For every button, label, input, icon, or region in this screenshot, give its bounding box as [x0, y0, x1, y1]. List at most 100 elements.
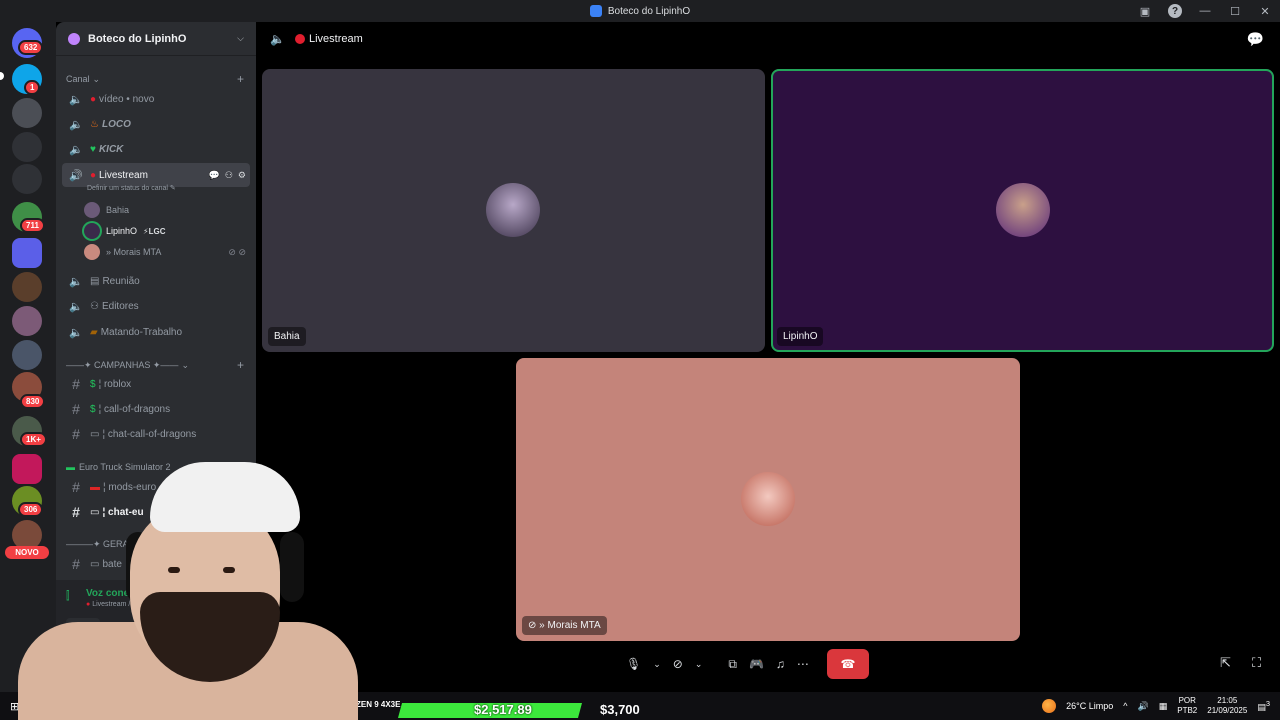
hashtag-icon: #	[72, 426, 80, 442]
green-heart-icon: ♥	[90, 143, 96, 155]
close-button[interactable]: ✕	[1250, 0, 1280, 22]
help-button[interactable]: ?	[1160, 0, 1190, 22]
window-title-text: Boteco do LipinhO	[607, 5, 691, 17]
avatar	[84, 223, 100, 239]
speaker-icon: 🔈	[270, 32, 285, 46]
streamer-cap	[150, 462, 300, 532]
server-badge-3: 830	[20, 394, 46, 409]
camera-off-button[interactable]: ⊘	[667, 649, 689, 679]
participant-tile-lipinho[interactable]: LipinhO	[771, 69, 1274, 352]
speaker-icon: 🔈	[69, 275, 83, 288]
notif-count: 3	[1265, 699, 1270, 708]
notifications-icon[interactable]: ▤3	[1257, 699, 1270, 713]
chat-icon[interactable]: 💬	[1247, 31, 1264, 48]
channel-label: Livestream	[99, 169, 148, 181]
server-icon-legacy-2[interactable]	[12, 132, 42, 162]
invite-icon[interactable]: ⚇	[225, 170, 233, 181]
lang-top: POR	[1178, 696, 1196, 705]
deafened-icon: ⊘ ⊘	[228, 246, 246, 257]
avatar	[84, 202, 100, 218]
channel-label: LOCO	[101, 118, 131, 130]
server-icon-2[interactable]	[12, 272, 42, 302]
category-canal-label: Canal	[66, 74, 90, 84]
minimize-button[interactable]: —	[1190, 0, 1220, 22]
channel-chat-call-of-dragons[interactable]: # ▭ ¦ chat-call-of-dragons	[62, 422, 250, 446]
call-controls: 🎙 ⌄ ⊘ ⌄ ⧉ 🎮 ♫ ⋯ ☎	[620, 648, 869, 680]
tray-overflow-icon[interactable]: ^	[1123, 701, 1127, 711]
channel-loco[interactable]: 🔈 ♨ LOCO	[62, 112, 250, 136]
voice-user-bahia[interactable]: Bahia	[84, 201, 246, 219]
guild-name: Boteco do LipinhO	[88, 32, 187, 45]
participant-tile-bahia[interactable]: Bahia	[262, 69, 765, 352]
overlay-amount-primary: $2,517.89	[474, 702, 532, 717]
activities-button[interactable]: 🎮	[743, 649, 770, 679]
channel-roblox[interactable]: # $ ¦ roblox	[62, 372, 250, 396]
category-campanhas[interactable]: ——✦ CAMPANHAS ✦—— ⌄ +	[66, 358, 244, 372]
more-options-button[interactable]: ⋯	[791, 649, 815, 679]
add-channel-icon[interactable]: +	[237, 72, 244, 86]
red-dot-icon	[294, 34, 305, 44]
streamer-eye-left	[168, 567, 180, 573]
disconnect-button[interactable]: ☎	[826, 649, 869, 679]
channel-controls: 💬 ⚇ ⚙	[209, 170, 250, 181]
channel-status-hint-text: Definir um status do canal	[87, 185, 168, 192]
participant-name-text: » Morais MTA	[539, 620, 601, 631]
microphone-button[interactable]: 🎙	[620, 649, 647, 679]
channel-editores[interactable]: 🔈 ⚇ Editores	[62, 294, 250, 318]
speaker-icon: 🔈	[69, 93, 83, 106]
chat-icon[interactable]: 💬	[209, 170, 220, 181]
inbox-icon[interactable]: ▣	[1130, 0, 1160, 22]
window-title: Boteco do LipinhO	[589, 5, 691, 17]
chevron-down-icon: ⌄	[181, 359, 189, 370]
screen-share-button[interactable]: ⧉	[722, 649, 743, 679]
gear-icon[interactable]: ⚙	[238, 170, 246, 181]
weather-icon	[1042, 699, 1057, 713]
people-icon: ⚇	[90, 300, 99, 312]
server-icon-legacy[interactable]	[12, 98, 42, 128]
channel-reuniao[interactable]: 🔈 ▤ Reunião	[62, 269, 250, 293]
participant-tile-morais[interactable]: ⊘ » Morais MTA	[516, 358, 1020, 641]
voice-user-tag: ⚡LGC	[143, 226, 166, 236]
popout-icon[interactable]: ⇱	[1220, 655, 1231, 671]
language-indicator[interactable]: POR PTB2	[1177, 696, 1197, 716]
memo-icon: ▤	[90, 275, 100, 287]
speaker-icon: 🔈	[69, 118, 83, 131]
title-bar: Boteco do LipinhO ▣ ? — ☐ ✕	[0, 0, 1280, 22]
clock-time: 21:05	[1217, 696, 1238, 705]
clock[interactable]: 21:05 21/09/2025	[1207, 696, 1247, 716]
channel-call-of-dragons[interactable]: # $ ¦ call-of-dragons	[62, 397, 250, 421]
channel-label: Reunião	[102, 275, 140, 287]
red-dot-icon: ●	[90, 93, 97, 105]
channel-video-novo[interactable]: 🔈 ● vídeo • novo	[62, 87, 250, 111]
channel-matando-trabalho[interactable]: 🔈 ▰ Matando-Trabalho	[62, 320, 250, 344]
server-icon-4[interactable]	[12, 340, 42, 370]
guild-header[interactable]: Boteco do LipinhO ⌵	[56, 22, 256, 56]
overlay-tag: ZEN 9 4X3E	[356, 700, 401, 709]
server-icon-3[interactable]	[12, 306, 42, 336]
participant-name: LipinhO	[777, 327, 824, 346]
server-icon-legacy-3[interactable]	[12, 164, 42, 194]
fullscreen-icon[interactable]: ⛶	[1252, 655, 1261, 671]
voice-user-lipinho[interactable]: LipinhO ⚡LGC	[84, 222, 246, 240]
weather-text[interactable]: 26°C Limpo	[1066, 701, 1113, 711]
volume-icon[interactable]: 🔊	[1138, 701, 1149, 712]
voice-user-morais[interactable]: » Morais MTA ⊘ ⊘	[84, 243, 246, 261]
chevron-down-icon: ⌵	[237, 33, 244, 43]
channel-status-hint[interactable]: Definir um status do canal ✎	[87, 184, 176, 192]
server-badge-2: 711	[20, 218, 45, 233]
category-canal[interactable]: Canal ⌄ +	[66, 72, 244, 86]
add-channel-icon[interactable]: +	[237, 358, 244, 372]
participant-name: ⊘ » Morais MTA	[522, 616, 607, 635]
channel-label: ¦ call-of-dragons	[98, 403, 171, 415]
mic-options-chevron[interactable]: ⌄	[647, 649, 667, 679]
network-icon[interactable]: ▦	[1159, 701, 1168, 712]
camera-options-chevron[interactable]: ⌄	[689, 649, 709, 679]
server-folder-2[interactable]	[12, 238, 42, 268]
maximize-button[interactable]: ☐	[1220, 0, 1250, 22]
dollar-icon: $	[90, 403, 96, 415]
call-header: 🔈 Livestream 💬	[262, 22, 1280, 56]
red-dot-icon: ●	[90, 169, 97, 181]
channel-kick[interactable]: 🔈 ♥ KICK	[62, 137, 250, 161]
hashtag-icon: #	[72, 376, 80, 392]
soundboard-button[interactable]: ♫	[770, 649, 791, 679]
